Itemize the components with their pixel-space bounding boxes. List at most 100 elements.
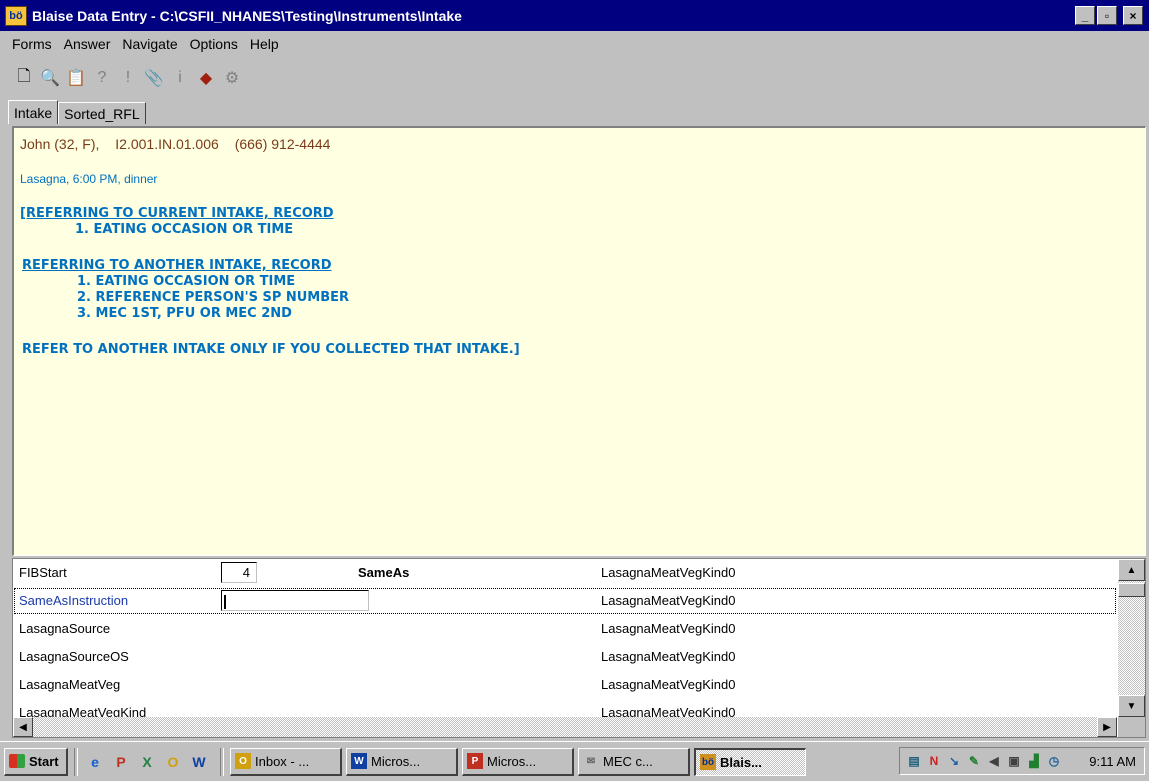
- field-name: SameAsInstruction: [19, 593, 129, 608]
- task-label: MEC c...: [603, 753, 653, 769]
- toolbar: 🗋 🔍 📋 ? ! 📎 i ◆ ⚙: [0, 58, 1149, 98]
- answer-label: SameAs: [358, 565, 410, 580]
- task-powerpoint[interactable]: P Micros...: [462, 747, 574, 776]
- menu-help[interactable]: Help: [244, 36, 285, 52]
- grid-row-current[interactable]: SameAsInstruction LasagnaMeatVegKind0: [13, 587, 1117, 615]
- grid-row[interactable]: LasagnaMeatVegKind LasagnaMeatVegKind0: [13, 699, 1117, 717]
- field-name: FIBStart: [19, 565, 67, 580]
- clock-icon[interactable]: ◷: [1046, 753, 1062, 769]
- instruction-item: 1. EATING OCCASION OR TIME: [75, 222, 294, 237]
- new-form-icon[interactable]: 🗋: [14, 67, 34, 89]
- find-form-icon[interactable]: 🔍: [40, 67, 60, 89]
- windows-flag-icon: [9, 754, 25, 768]
- remark-icon[interactable]: 📎: [144, 67, 164, 89]
- watch-icon[interactable]: ◆: [196, 67, 216, 89]
- answer-input[interactable]: [221, 590, 369, 611]
- clock[interactable]: 9:11 AM: [1089, 754, 1136, 769]
- task-label: Micros...: [487, 753, 537, 769]
- menu-bar: Forms Answer Navigate Options Help: [0, 31, 1149, 56]
- monitor-icon[interactable]: ▟: [1026, 753, 1042, 769]
- instruction-heading-another: REFERRING TO ANOTHER INTAKE, RECORD: [22, 258, 332, 273]
- blaise-app-icon[interactable]: bö: [5, 5, 27, 26]
- food-context: Lasagna, 6:00 PM, dinner: [20, 172, 158, 186]
- scroll-down-icon[interactable]: ▼: [1118, 695, 1145, 717]
- field-grid-rows: FIBStart 4 SameAs LasagnaMeatVegKind0 Sa…: [13, 559, 1117, 717]
- instruction-item: 1. EATING OCCASION OR TIME: [77, 274, 296, 289]
- blaise-window: bö Blaise Data Entry - C:\CSFII_NHANES\T…: [0, 0, 1149, 741]
- block-scope: LasagnaMeatVegKind0: [601, 565, 736, 580]
- title-bar[interactable]: bö Blaise Data Entry - C:\CSFII_NHANES\T…: [0, 0, 1149, 31]
- respondent-name: John (32, F),: [20, 136, 100, 152]
- vertical-scrollbar[interactable]: ▲ ▼: [1118, 559, 1145, 717]
- restore-button[interactable]: ▫: [1097, 6, 1117, 25]
- word-icon[interactable]: W: [188, 751, 210, 773]
- menu-forms[interactable]: Forms: [6, 36, 58, 52]
- dont-know-icon[interactable]: ?: [92, 67, 112, 89]
- powerpoint-icon[interactable]: P: [110, 751, 132, 773]
- grid-row[interactable]: LasagnaSource LasagnaMeatVegKind0: [13, 615, 1117, 643]
- instruction-item: 3. MEC 1ST, PFU OR MEC 2ND: [77, 306, 292, 321]
- browse-forms-icon[interactable]: 📋: [66, 67, 86, 89]
- grid-row[interactable]: LasagnaSourceOS LasagnaMeatVegKind0: [13, 643, 1117, 671]
- taskbar: Start e P X O W O Inbox - ... W Micros..…: [0, 741, 1149, 781]
- respondent-phone: (666) 912-4444: [234, 136, 331, 152]
- respondent-id: I2.001.IN.01.006: [115, 136, 219, 152]
- norton-icon[interactable]: N: [926, 753, 942, 769]
- taskbar-divider: [74, 747, 78, 776]
- printer-icon[interactable]: ▣: [1006, 753, 1022, 769]
- volume-icon[interactable]: ◀: [986, 753, 1002, 769]
- field-grid: FIBStart 4 SameAs LasagnaMeatVegKind0 Sa…: [12, 558, 1146, 738]
- scroll-thumb[interactable]: [1118, 583, 1145, 597]
- scroll-up-icon[interactable]: ▲: [1118, 559, 1145, 581]
- word-icon: W: [351, 753, 367, 769]
- block-scope: LasagnaMeatVegKind0: [601, 621, 736, 636]
- taskbar-divider: [220, 747, 224, 776]
- internet-explorer-icon[interactable]: e: [84, 751, 106, 773]
- system-tray: ▤ N ↘ ✎ ◀ ▣ ▟ ◷ 9:11 AM: [899, 747, 1145, 775]
- start-button[interactable]: Start: [4, 747, 68, 776]
- menu-navigate[interactable]: Navigate: [116, 36, 183, 52]
- grid-row[interactable]: FIBStart 4 SameAs LasagnaMeatVegKind0: [13, 559, 1117, 587]
- task-label: Blais...: [720, 754, 762, 770]
- block-scope: LasagnaMeatVegKind0: [601, 593, 736, 608]
- scroll-left-icon[interactable]: ◀: [13, 717, 33, 737]
- task-word[interactable]: W Micros...: [346, 747, 458, 776]
- task-blaise[interactable]: bö Blais...: [694, 747, 806, 776]
- close-button[interactable]: ×: [1123, 6, 1143, 25]
- speaker-icon[interactable]: ↘: [946, 753, 962, 769]
- powerpoint-icon: P: [467, 753, 483, 769]
- task-inbox[interactable]: O Inbox - ...: [230, 747, 342, 776]
- block-scope: LasagnaMeatVegKind0: [601, 677, 736, 692]
- block-scope: LasagnaMeatVegKind0: [601, 649, 736, 664]
- grid-row[interactable]: LasagnaMeatVeg LasagnaMeatVegKind0: [13, 671, 1117, 699]
- outlook-icon[interactable]: O: [162, 751, 184, 773]
- menu-answer[interactable]: Answer: [58, 36, 117, 52]
- network-icon[interactable]: ▤: [906, 753, 922, 769]
- field-name: LasagnaSourceOS: [19, 649, 129, 664]
- excel-icon[interactable]: X: [136, 751, 158, 773]
- window-title: Blaise Data Entry - C:\CSFII_NHANES\Test…: [32, 7, 462, 24]
- info-icon[interactable]: i: [170, 67, 190, 89]
- tab-intake[interactable]: Intake: [8, 100, 59, 124]
- question-pane: John (32, F), I2.001.IN.01.006 (666) 912…: [12, 126, 1146, 556]
- answer-cell[interactable]: 4: [221, 562, 257, 583]
- menu-options[interactable]: Options: [184, 36, 244, 52]
- refusal-icon[interactable]: !: [118, 67, 138, 89]
- parallel-block-icon[interactable]: ⚙: [222, 67, 242, 89]
- task-label: Inbox - ...: [255, 753, 310, 769]
- instruction-note: REFER TO ANOTHER INTAKE ONLY IF YOU COLL…: [22, 342, 520, 357]
- minimize-button[interactable]: _: [1075, 6, 1095, 25]
- scroll-right-icon[interactable]: ▶: [1097, 717, 1117, 737]
- instruction-heading-current: [REFERRING TO CURRENT INTAKE, RECORD: [20, 206, 334, 221]
- instruction-item: 2. REFERENCE PERSON'S SP NUMBER: [77, 290, 350, 305]
- blaise-icon: bö: [700, 754, 716, 770]
- horizontal-scrollbar[interactable]: ◀ ▶: [13, 717, 1117, 737]
- pen-icon[interactable]: ✎: [966, 753, 982, 769]
- window-controls: _ ▫ ×: [1075, 6, 1143, 25]
- outlook-icon: O: [235, 753, 251, 769]
- tab-strip: Intake Sorted_RFL: [8, 100, 146, 124]
- task-mec[interactable]: ✉ MEC c...: [578, 747, 690, 776]
- respondent-header: John (32, F), I2.001.IN.01.006 (666) 912…: [20, 136, 1139, 152]
- tab-sorted-rfl[interactable]: Sorted_RFL: [58, 102, 146, 124]
- mail-icon: ✉: [586, 755, 596, 767]
